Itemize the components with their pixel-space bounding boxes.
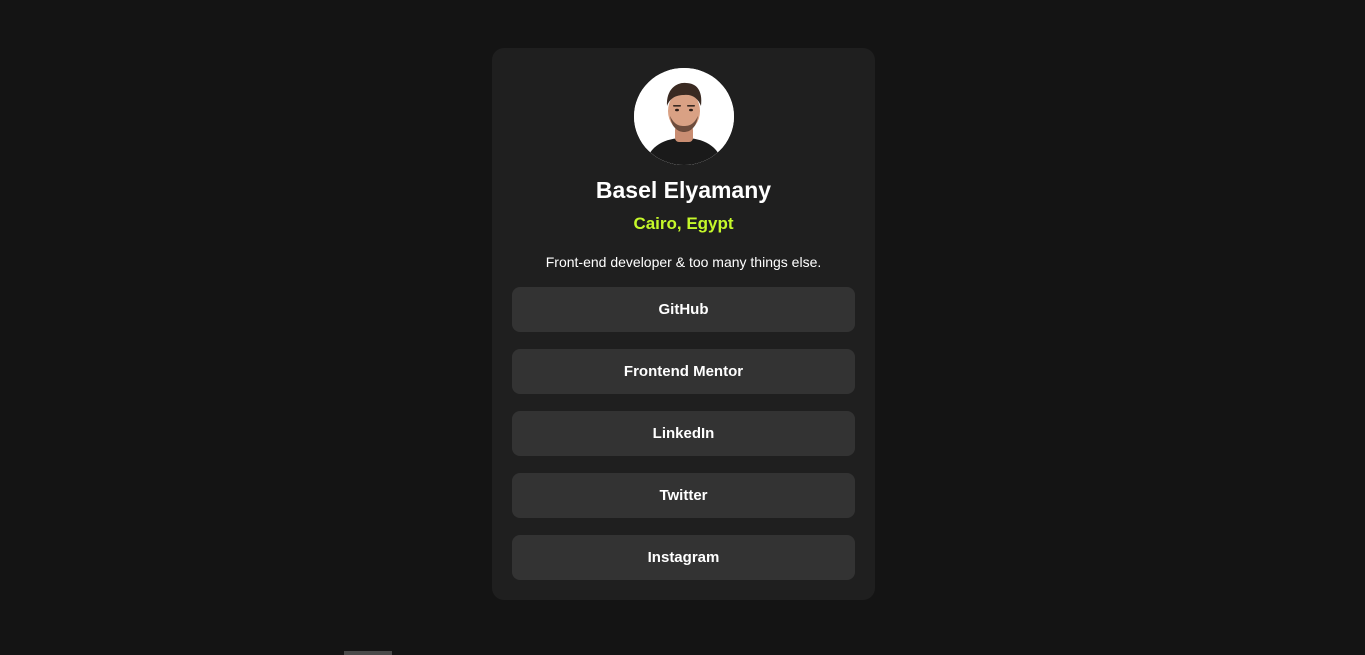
profile-location: Cairo, Egypt	[633, 213, 734, 233]
profile-name: Basel Elyamany	[595, 177, 772, 204]
linkedin-link-button[interactable]: LinkedIn	[512, 411, 855, 456]
frontend-mentor-link-button[interactable]: Frontend Mentor	[512, 349, 855, 394]
profile-bio: Front-end developer & too many things el…	[545, 254, 822, 271]
avatar-photo	[633, 68, 734, 166]
twitter-link-button[interactable]: Twitter	[512, 473, 855, 518]
avatar	[633, 68, 734, 166]
instagram-link-button[interactable]: Instagram	[512, 535, 855, 580]
horizontal-scrollbar-thumb[interactable]	[344, 651, 392, 655]
github-link-button[interactable]: GitHub	[512, 287, 855, 332]
page: Basel Elyamany Cairo, Egypt Front-end de…	[0, 0, 1365, 655]
profile-card: Basel Elyamany Cairo, Egypt Front-end de…	[492, 48, 875, 600]
social-links-list: GitHub Frontend Mentor LinkedIn Twitter …	[512, 287, 855, 580]
